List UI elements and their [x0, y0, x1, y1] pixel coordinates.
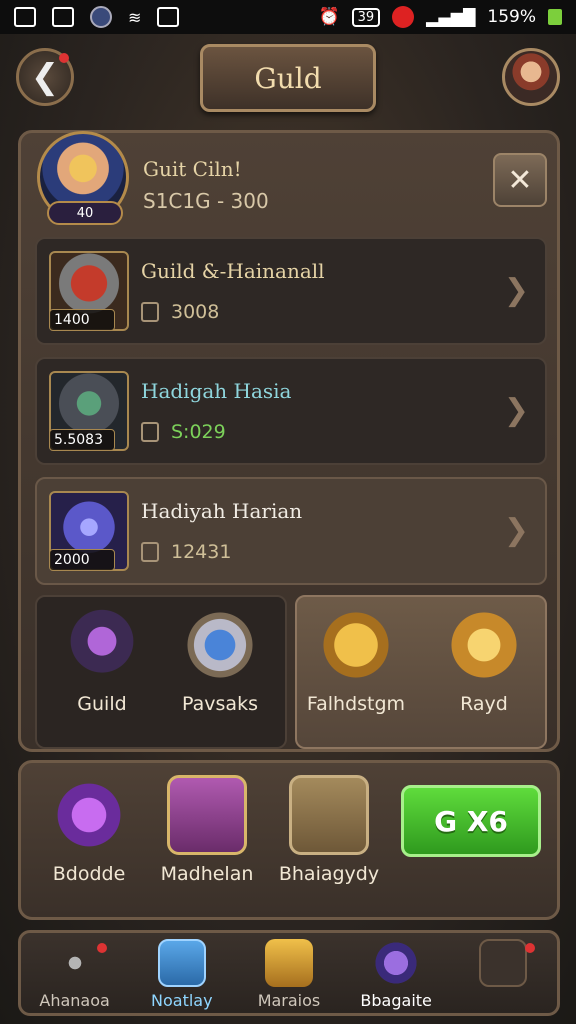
battery-percent: 159% [487, 7, 536, 27]
page-title-text: Guld [254, 61, 322, 95]
member-row[interactable]: 2000 Hadiyah Harian 12431 ❯ [35, 477, 547, 585]
member-level: 2000 [49, 549, 115, 571]
notification-dot [525, 943, 536, 953]
feature-label: Rayd [460, 693, 508, 715]
guild-panel: 40 Guit Ciln! S1C1G - 300 ✕ 1400 Guild &… [18, 130, 560, 752]
guild-header: 40 Guit Ciln! S1C1G - 300 ✕ [37, 131, 547, 233]
status-bar: ≋ ⏰ 39 ▂▄▆█ 159% [0, 0, 576, 34]
member-portrait: 5.5083 [49, 371, 129, 451]
member-list: 1400 Guild &-Hainanall 3008 ❯ 5.5083 Had… [35, 237, 547, 597]
reward-madhelan[interactable]: Madhelan [147, 775, 267, 885]
member-power-value: S:029 [171, 421, 226, 443]
close-icon: ✕ [507, 162, 533, 198]
reward-label: Bhaiagydy [278, 863, 380, 885]
nav-item-maraios[interactable]: Maraios [239, 939, 339, 1010]
close-button[interactable]: ✕ [493, 153, 547, 207]
gallery-icon [52, 7, 74, 27]
feature-pavsaks[interactable]: Pavsaks [165, 607, 275, 715]
member-power-value: 12431 [171, 541, 232, 563]
action-button[interactable]: G X6 [401, 785, 541, 857]
chest-icon [264, 939, 313, 987]
gold-chest-icon [446, 607, 522, 683]
notification-icon [157, 7, 180, 27]
friend-icon [479, 939, 528, 987]
member-portrait: 2000 [49, 491, 129, 571]
nav-label: Noatlay [151, 991, 213, 1010]
feature-label: Falhdstgm [306, 693, 406, 715]
emblem-badge: 40 [47, 201, 123, 225]
nav-item-ahanaoa[interactable]: Ahanaoa [25, 939, 125, 1010]
gem-icon [49, 775, 129, 855]
bottom-nav: Ahanaoa Noatlay Maraios Bbagaite [18, 930, 560, 1016]
avatar[interactable] [502, 48, 560, 106]
chevron-right-icon: ❯ [503, 273, 529, 308]
card-icon [157, 939, 206, 987]
member-portrait: 1400 [49, 251, 129, 331]
nav-label: Maraios [257, 991, 321, 1010]
reward-bdodde[interactable]: Bdodde [29, 775, 149, 885]
reward-label: Madhelan [160, 863, 254, 885]
record-icon [392, 6, 415, 28]
reward-label: Bdodde [52, 863, 126, 885]
book-icon [167, 775, 247, 855]
member-level: 1400 [49, 309, 115, 331]
feature-label: Guild [77, 693, 127, 715]
nav-item-bbagaite[interactable]: Bbagaite [346, 939, 446, 1010]
page-title: Guld [200, 44, 376, 112]
reward-bhaiagydy[interactable]: Bhaiagydy [269, 775, 389, 885]
feature-label: Pavsaks [182, 693, 258, 715]
chevron-left-icon: ❮ [30, 57, 60, 97]
app-icon [90, 6, 112, 28]
member-name: Hadiyah Harian [141, 499, 303, 523]
member-name: Guild &-Hainanall [141, 259, 325, 283]
member-row[interactable]: 1400 Guild &-Hainanall 3008 ❯ [35, 237, 547, 345]
power-icon [141, 302, 159, 322]
header: ❮ Guld [0, 40, 576, 120]
swords-icon [50, 939, 99, 987]
notification-dot [96, 943, 107, 953]
feature-group-right: Falhdstgm Rayd [295, 595, 547, 749]
nav-label: Ahanaoa [39, 991, 110, 1010]
image-icon [14, 7, 36, 27]
member-power: S:029 [141, 421, 226, 443]
guild-stat: S1C1G - 300 [143, 189, 269, 213]
signal-icon: ▂▄▆█ [426, 7, 476, 27]
member-level: 5.5083 [49, 429, 115, 451]
battery-indicator: 39 [351, 7, 381, 27]
member-power-value: 3008 [171, 301, 220, 323]
shield-icon [182, 607, 258, 683]
feature-group-left: Guild Pavsaks [35, 595, 287, 749]
feature-guild[interactable]: Guild [47, 607, 157, 715]
mage-icon [64, 607, 140, 683]
guild-name: Guit Ciln! [143, 157, 242, 181]
alarm-icon: ⏰ [318, 7, 340, 27]
nav-item-friends[interactable] [453, 939, 553, 991]
nav-item-noatlay[interactable]: Noatlay [132, 939, 232, 1010]
member-name: Hadigah Hasia [141, 379, 292, 403]
member-power: 12431 [141, 541, 231, 563]
gold-crest-icon [318, 607, 394, 683]
feature-rayd[interactable]: Rayd [429, 607, 539, 715]
power-icon [141, 542, 159, 562]
notification-dot [59, 53, 69, 63]
back-button[interactable]: ❮ [16, 48, 74, 106]
battery-icon [548, 9, 562, 25]
chevron-right-icon: ❯ [503, 393, 529, 428]
feature-falhdstgm[interactable]: Falhdstgm [301, 607, 411, 715]
crate-icon [289, 775, 369, 855]
rewards-panel: Bdodde Madhelan Bhaiagydy G X6 [18, 760, 560, 920]
wifi-icon: ≋ [128, 7, 142, 27]
member-power: 3008 [141, 301, 219, 323]
orb-icon [372, 939, 421, 987]
power-icon [141, 422, 159, 442]
nav-label: Bbagaite [360, 991, 432, 1010]
member-row[interactable]: 5.5083 Hadigah Hasia S:029 ❯ [35, 357, 547, 465]
chevron-right-icon: ❯ [503, 513, 529, 548]
